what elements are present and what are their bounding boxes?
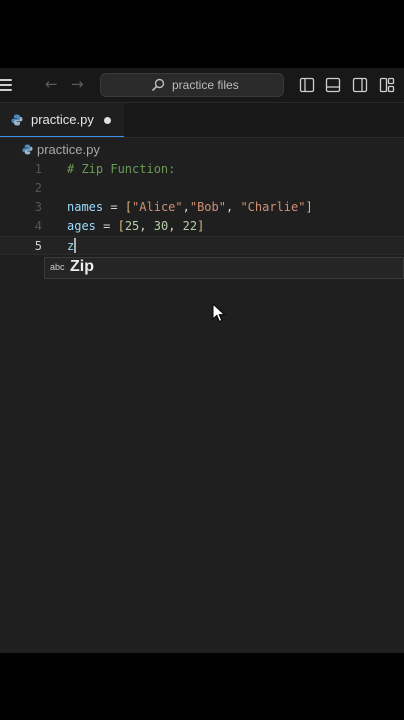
search-placeholder: practice files (172, 78, 239, 92)
variable-token: names (67, 200, 104, 214)
toggle-primary-sidebar-icon[interactable] (299, 77, 315, 93)
code-line-1: 1 # Zip Function: (0, 160, 404, 179)
variable-token: ages (67, 219, 96, 233)
command-center-search[interactable]: practice files (100, 73, 284, 97)
toggle-secondary-sidebar-icon[interactable] (352, 77, 368, 93)
typed-token: z (67, 239, 75, 253)
breadcrumb: practice.py (0, 140, 404, 160)
forward-arrow-icon[interactable]: → (71, 76, 84, 92)
breadcrumb-file[interactable]: practice.py (37, 142, 100, 157)
code-line-4: 4 ages = [25, 30, 22] (0, 217, 404, 236)
search-icon (151, 78, 165, 92)
text-kind-icon: abc (50, 262, 65, 272)
punct-token: , (182, 200, 190, 214)
customize-layout-icon[interactable] (379, 77, 395, 93)
punct-token: , (168, 219, 183, 233)
code-line-3: 3 names = ["Alice","Bob", "Charlie"] (0, 198, 404, 217)
hamburger-menu-icon[interactable] (0, 79, 12, 91)
toggle-panel-icon[interactable] (325, 77, 341, 93)
code-editor[interactable]: 1 # Zip Function: 2 3 names = ["Alice","… (0, 160, 404, 653)
code-text: z (67, 237, 77, 256)
tab-bar: practice.py (0, 103, 404, 138)
code-line-5-current[interactable]: 5 z (0, 236, 404, 255)
code-line-2: 2 (0, 179, 404, 198)
punct-token: , (139, 219, 154, 233)
editor-window: ← → practice files practice.py practice.… (0, 68, 404, 653)
number-token: 25 (124, 219, 140, 233)
string-token: "Charlie" (240, 200, 306, 214)
line-number: 3 (34, 200, 42, 214)
comment-token: # Zip Function: (67, 162, 176, 176)
bracket-token: [ (117, 219, 125, 233)
unsaved-dot-icon[interactable] (104, 117, 111, 124)
bracket-token: [ (124, 200, 133, 214)
tab-label: practice.py (31, 112, 94, 127)
code-text: ages = [25, 30, 22] (67, 217, 204, 236)
punct-token: , (225, 200, 241, 214)
string-token: "Bob" (189, 200, 226, 214)
bracket-token: ] (197, 219, 205, 233)
mouse-pointer-icon (212, 303, 226, 323)
operator-token: = (103, 200, 125, 214)
text-caret (74, 238, 77, 253)
suggestion-item[interactable]: Zip (70, 258, 94, 276)
back-arrow-icon[interactable]: ← (45, 76, 58, 92)
operator-token: = (95, 219, 118, 233)
code-text: names = ["Alice","Bob", "Charlie"] (67, 198, 313, 217)
line-number: 2 (34, 181, 42, 195)
line-number: 1 (34, 162, 42, 176)
string-token: "Alice" (132, 200, 183, 214)
python-file-icon (11, 114, 23, 126)
title-bar: ← → practice files (0, 68, 404, 103)
number-token: 30 (153, 219, 169, 233)
tab-practice-py[interactable]: practice.py (0, 103, 124, 137)
bracket-token: ] (305, 200, 313, 214)
suggestion-widget[interactable]: abc Zip (44, 257, 404, 279)
number-token: 22 (182, 219, 198, 233)
line-number: 4 (34, 219, 42, 233)
python-file-icon (22, 144, 33, 155)
code-text: # Zip Function: (67, 160, 175, 179)
line-number: 5 (34, 239, 42, 253)
